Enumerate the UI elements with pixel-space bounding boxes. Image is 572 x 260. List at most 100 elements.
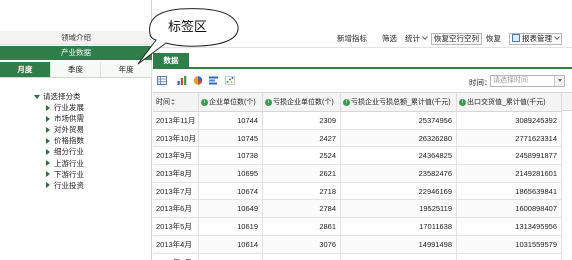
restore-empty-rows-cols-button[interactable]: 恢复空行空列: [431, 33, 482, 45]
data-table: 时间 i 企业单位数(个) i 亏损企业单位数(个) i 亏损企业亏损总额_累计值(千…: [153, 92, 562, 260]
view-switcher: 时间： 请选择时间: [153, 72, 572, 90]
table-row[interactable]: 2013年8月 10695 2621 23582476 2149281601: [153, 165, 562, 183]
table-cell: 2013年8月: [153, 165, 199, 182]
table-row[interactable]: 2013年7月 10674 2718 22946169 1865639841: [153, 182, 562, 201]
tree-item-downstream[interactable]: 下游行业: [34, 169, 84, 180]
expand-right-icon[interactable]: [46, 115, 50, 122]
table-row[interactable]: 2013年4月 10614 3076 14991498 1031559579: [153, 235, 562, 254]
table-cell: 2458991877: [457, 147, 562, 165]
expand-right-icon[interactable]: [46, 104, 50, 111]
sort-icon[interactable]: [171, 99, 175, 105]
tree-item-sub-industry[interactable]: 细分行业: [34, 146, 84, 157]
table-row[interactable]: 2013年6月 10649 2784 19525119 1600898407: [153, 200, 562, 219]
callout-label: 标签区: [168, 19, 208, 34]
table-cell: 25374956: [341, 112, 457, 129]
toolbar: 新增指标 筛选 统计 恢复空行空列 恢复 报表管理: [153, 30, 572, 48]
filter-button[interactable]: 筛选: [382, 33, 397, 45]
table-cell: 23582476: [341, 165, 457, 182]
info-icon[interactable]: i: [459, 98, 466, 106]
domain-intro-header[interactable]: 领域介绍: [0, 31, 152, 45]
table-cell: 10614: [199, 235, 263, 253]
industry-data-header[interactable]: 产业数据: [0, 46, 152, 60]
header-label: 时间: [156, 98, 170, 106]
table-row[interactable]: 2013年5月 10619 2861 17011638 1313495956: [153, 218, 562, 236]
expand-right-icon[interactable]: [46, 160, 50, 167]
pie-chart-icon[interactable]: [193, 76, 203, 85]
scatter-chart-icon[interactable]: [225, 76, 235, 85]
table-cell: 2013年5月: [153, 218, 199, 235]
tree-item-investment[interactable]: 行业投资: [34, 180, 84, 191]
table-cell: 10649: [199, 200, 263, 218]
bar-chart-icon[interactable]: [177, 76, 187, 85]
table-cell: 22946169: [341, 182, 457, 200]
stats-dropdown[interactable]: 统计: [405, 33, 428, 45]
column-header-time[interactable]: 时间: [153, 93, 199, 111]
tree-item-label: 对外贸易: [54, 125, 84, 135]
table-cell: 10745: [199, 129, 263, 147]
table-cell: 1600898407: [457, 200, 562, 218]
tree-item-label: 市场供需: [54, 114, 84, 124]
dropdown-arrow-icon[interactable]: [554, 76, 564, 86]
header-label: 亏损企业单位数(个): [273, 98, 334, 106]
tree-item-label: 下游行业: [54, 169, 84, 179]
expand-right-icon[interactable]: [46, 171, 50, 178]
period-tabs: 月度 季度 年度: [0, 62, 153, 78]
horizontal-bar-icon[interactable]: [209, 76, 219, 85]
table-cell: 2771623314: [457, 129, 562, 147]
table-cell: 2013年4月: [153, 235, 199, 253]
time-select-input[interactable]: 请选择时间: [490, 75, 565, 87]
left-panel: 领域介绍 产业数据 月度 季度 年度 请选择分类 行业发展 市场供需 对外贸易 …: [0, 0, 153, 260]
tree-item-price-index[interactable]: 价格指数: [34, 135, 84, 146]
table-cell: 14991498: [341, 235, 457, 253]
table-row[interactable]: 2013年9月 10738 2524 24364825 2458991877: [153, 147, 562, 166]
tab-yearly[interactable]: 年度: [101, 62, 153, 77]
table-cell: 2013年11月: [153, 112, 199, 129]
table-row[interactable]: 2013年10月 10745 2427 26326280 2771623314: [153, 129, 562, 148]
tree-item-label: 行业发展: [54, 103, 84, 113]
tree-root-label: 请选择分类: [43, 92, 81, 101]
table-cell: 2013年9月: [153, 147, 199, 165]
table-cell: 1031559579: [457, 235, 562, 253]
table-cell: 2013年3月: [153, 253, 199, 260]
main-panel: 新增指标 筛选 统计 恢复空行空列 恢复 报表管理 数据 时间： 请选择时间 时…: [153, 0, 572, 260]
column-header-export-value[interactable]: i 出口交货值_累计值(千元): [457, 93, 562, 111]
expand-right-icon[interactable]: [46, 148, 50, 155]
tree-item-industry-development[interactable]: 行业发展: [34, 102, 84, 113]
info-icon[interactable]: i: [201, 98, 208, 106]
table-cell: 1865639841: [457, 182, 562, 200]
table-cell: 2013年10月: [153, 129, 199, 147]
column-header-loss-total[interactable]: i 亏损企业亏损总额_累计值(千元): [341, 93, 457, 111]
column-header-enterprise-count[interactable]: i 企业单位数(个): [199, 93, 263, 111]
table-body: 2013年11月 10744 2309 25374956 3089245392 2013年…: [153, 112, 562, 260]
tree-item-market-supply-demand[interactable]: 市场供需: [34, 113, 84, 124]
column-header-loss-enterprise-count[interactable]: i 亏损企业单位数(个): [263, 93, 341, 111]
expand-right-icon[interactable]: [46, 182, 50, 189]
table-row[interactable]: 2013年3月10628329812132157761986447: [153, 253, 562, 260]
info-icon[interactable]: i: [265, 98, 272, 106]
table-cell: 10674: [199, 182, 263, 200]
expand-right-icon[interactable]: [46, 137, 50, 144]
expand-right-icon[interactable]: [46, 126, 50, 133]
header-label: 企业单位数(个): [209, 98, 256, 106]
chevron-down-icon: [554, 34, 560, 40]
table-row[interactable]: 2013年11月 10744 2309 25374956 3089245392: [153, 112, 562, 130]
stats-label: 统计: [405, 34, 420, 43]
table-view-icon[interactable]: [157, 76, 167, 85]
report-manage-dropdown[interactable]: 报表管理: [509, 33, 562, 45]
table-cell: 10619: [199, 218, 263, 235]
table-cell: 2013年7月: [153, 182, 199, 200]
tab-quarterly[interactable]: 季度: [50, 62, 102, 77]
tab-data[interactable]: 数据: [153, 53, 189, 69]
tree-root[interactable]: 请选择分类: [34, 91, 84, 102]
tree-item-foreign-trade[interactable]: 对外贸易: [34, 124, 84, 135]
table-cell: 3089245392: [457, 112, 562, 129]
chevron-down-icon: [422, 34, 428, 40]
tree-item-upstream[interactable]: 上游行业: [34, 157, 84, 168]
expand-down-icon[interactable]: [34, 94, 40, 99]
tab-monthly[interactable]: 月度: [0, 62, 51, 77]
add-indicator-button[interactable]: 新增指标: [337, 33, 367, 45]
info-icon[interactable]: i: [343, 98, 350, 106]
header-label: 亏损企业亏损总额_累计值(千元): [351, 98, 451, 106]
restore-button[interactable]: 恢复: [486, 33, 501, 45]
table-cell: 26326280: [341, 129, 457, 147]
